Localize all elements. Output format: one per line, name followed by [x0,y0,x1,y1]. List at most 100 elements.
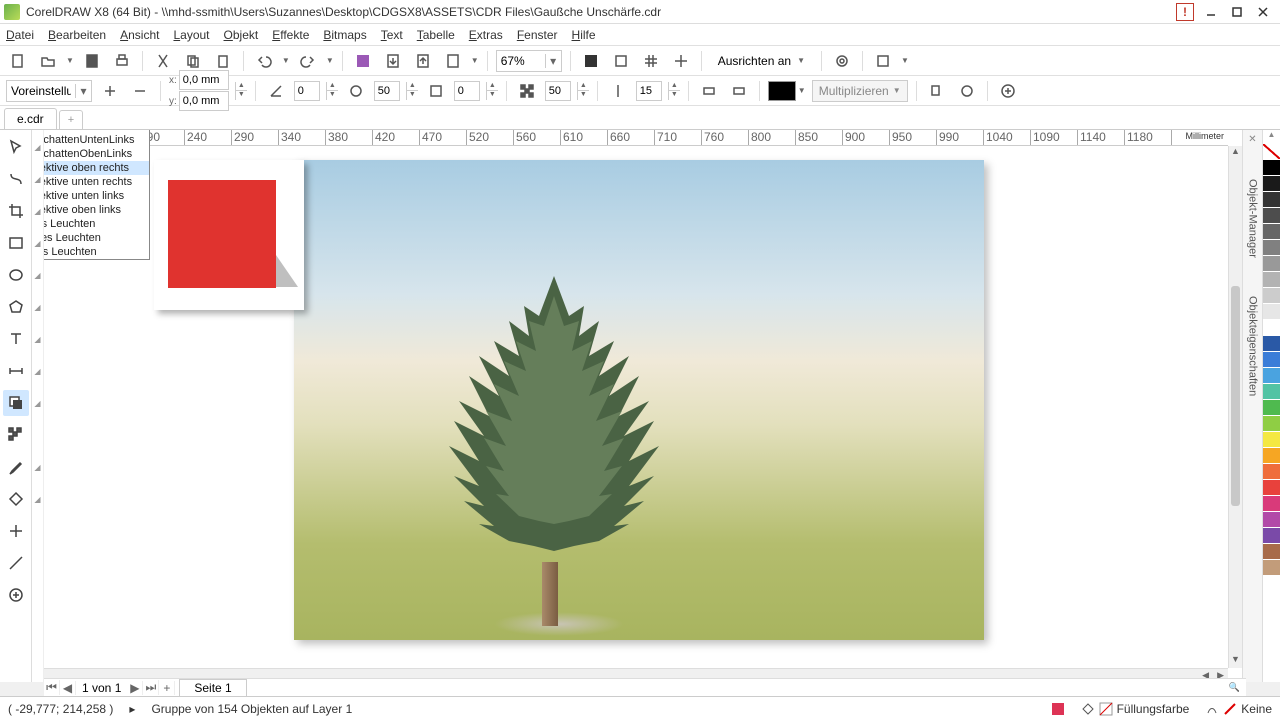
nav-first-icon[interactable]: ⏮ [44,680,60,695]
outline-indicator[interactable]: Keine [1205,702,1272,716]
fullscreen-icon[interactable] [579,49,603,73]
direction-input[interactable] [374,81,400,101]
color-swatch[interactable] [1263,432,1280,448]
color-swatch[interactable] [1263,448,1280,464]
preset-option[interactable]: Perspektive oben links [44,203,149,217]
preset-option[interactable]: Kleines Leuchten [44,217,149,231]
preset-option[interactable]: Starkes Leuchten [44,245,149,259]
menu-text[interactable]: Text [381,28,403,42]
nav-next-icon[interactable]: ▶ [127,681,143,695]
preset-option[interactable]: FlachschattenUntenLinks [44,133,149,147]
add-page-icon[interactable]: + [159,681,175,695]
color-swatch[interactable] [1263,176,1280,192]
scroll-thumb[interactable] [1231,286,1240,506]
search-icon[interactable] [351,49,375,73]
canvas[interactable] [44,146,1228,668]
color-swatch[interactable] [1263,368,1280,384]
feather-edge-icon[interactable] [727,79,751,103]
open-icon[interactable] [36,49,60,73]
color-swatch[interactable] [1263,400,1280,416]
snap-objects-icon[interactable] [609,49,633,73]
color-swatch[interactable] [1263,352,1280,368]
color-swatch[interactable] [1263,496,1280,512]
align-combo[interactable]: Ausrichten an ▼ [710,50,813,72]
color-swatch[interactable] [1263,416,1280,432]
copy-shadow-icon[interactable] [925,79,949,103]
menu-datei[interactable]: Datei [6,28,34,42]
feather-input[interactable] [636,81,662,101]
crop-tool[interactable] [3,198,29,224]
export-icon[interactable] [411,49,435,73]
close-button[interactable] [1250,2,1276,22]
close-panel-icon[interactable]: ✕ [1248,134,1256,145]
color-swatch[interactable] [1263,528,1280,544]
zoom-input[interactable] [497,54,545,68]
nav-last-icon[interactable]: ⏭ [143,680,159,695]
undo-icon[interactable] [252,49,276,73]
preset-input[interactable] [7,84,75,98]
save-icon[interactable] [80,49,104,73]
import-icon[interactable] [381,49,405,73]
rectangle-tool[interactable] [3,230,29,256]
minimize-button[interactable] [1198,2,1224,22]
menu-layout[interactable]: Layout [173,28,209,42]
color-swatch[interactable] [1263,240,1280,256]
outline-tool[interactable] [3,550,29,576]
fade-input[interactable] [454,81,480,101]
vertical-scrollbar[interactable]: ▲ ▼ [1228,146,1242,668]
flyout-indicator[interactable]: ◢ [32,134,43,160]
options-icon[interactable] [830,49,854,73]
color-swatch[interactable] [1263,480,1280,496]
snap-grid-icon[interactable] [639,49,663,73]
transparency-tool[interactable] [3,422,29,448]
snap-guides-icon[interactable] [669,49,693,73]
stepper-icon[interactable]: ▲▼ [577,82,589,100]
print-icon[interactable] [110,49,134,73]
polygon-tool[interactable] [3,294,29,320]
stepper-icon[interactable]: ▲▼ [668,82,680,100]
nav-prev-icon[interactable]: ◀ [60,681,76,695]
spread-input[interactable] [545,81,571,101]
color-swatch[interactable] [1263,208,1280,224]
chevron-down-icon[interactable]: ▾ [545,54,561,68]
color-swatch[interactable] [1263,192,1280,208]
fill-indicator[interactable]: Füllungsfarbe [1081,702,1190,716]
color-swatch[interactable] [1263,288,1280,304]
pick-tool[interactable] [3,134,29,160]
expand-toolbox-icon[interactable] [3,582,29,608]
preset-dropdown-list[interactable]: FlachschattenObenRechtsFlachschattenUnte… [44,130,150,260]
color-swatch[interactable] [1263,464,1280,480]
color-swatch[interactable] [1263,336,1280,352]
clear-shadow-icon[interactable] [955,79,979,103]
cut-icon[interactable] [151,49,175,73]
color-swatch[interactable] [1263,224,1280,240]
shadow-color-picker[interactable]: ▼ [768,81,806,101]
selected-object[interactable] [154,160,304,310]
opacity-input[interactable] [294,81,320,101]
chevron-down-icon[interactable]: ▼ [326,56,334,65]
chevron-down-icon[interactable]: ▾ [75,84,91,98]
menu-fenster[interactable]: Fenster [517,28,558,42]
scroll-up-icon[interactable]: ▲ [1229,146,1242,160]
zoom-out-icon[interactable]: 🔍 [1223,682,1246,693]
new-icon[interactable] [6,49,30,73]
stepper-icon[interactable]: ▲▼ [486,82,498,100]
preset-option[interactable]: Perspektive unten links [44,189,149,203]
page-tab[interactable]: Seite 1 [179,679,246,697]
color-swatch[interactable] [1263,160,1280,176]
color-swatch[interactable] [1263,384,1280,400]
shape-tool[interactable] [3,166,29,192]
color-swatch[interactable] [1263,272,1280,288]
object-properties-tab[interactable]: Objekteigenschaften [1245,292,1261,400]
menu-hilfe[interactable]: Hilfe [572,28,596,42]
stepper-icon[interactable]: ▲▼ [406,82,418,100]
feather-dir-icon[interactable] [697,79,721,103]
chevron-down-icon[interactable]: ▼ [66,56,74,65]
chevron-down-icon[interactable]: ▼ [282,56,290,65]
preset-option[interactable]: Perspektive oben rechts [44,161,149,175]
color-swatch[interactable] [1263,256,1280,272]
ellipse-tool[interactable] [3,262,29,288]
preset-option[interactable]: Mittleres Leuchten [44,231,149,245]
add-icon[interactable] [996,79,1020,103]
copy-icon[interactable] [181,49,205,73]
